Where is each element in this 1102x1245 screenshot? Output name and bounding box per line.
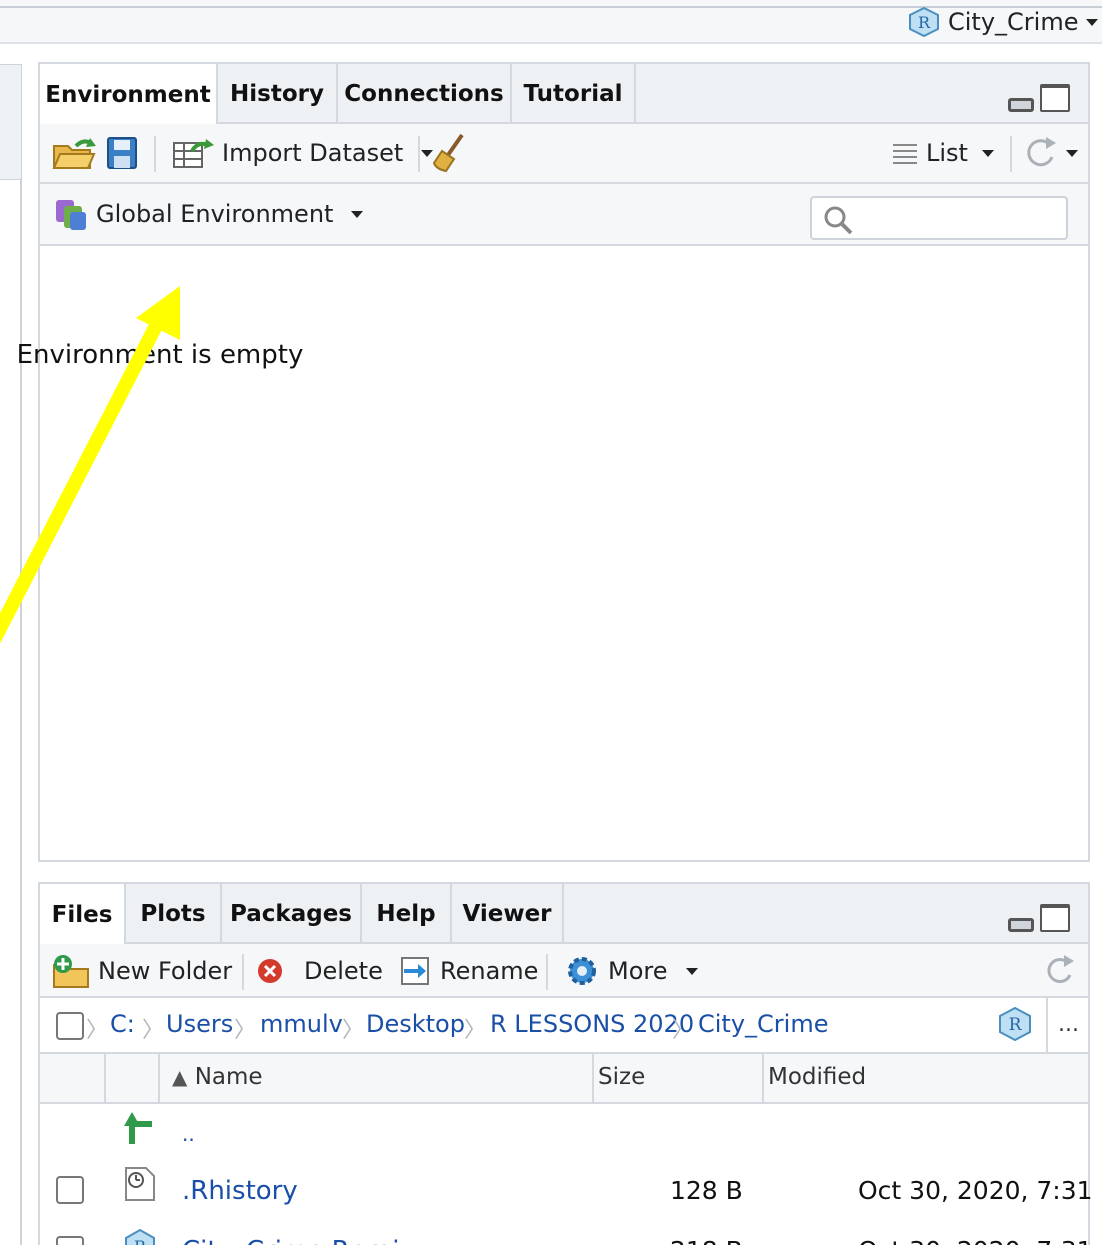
annotation-arrow-shaft	[0, 314, 167, 644]
annotation-arrow	[0, 286, 180, 644]
